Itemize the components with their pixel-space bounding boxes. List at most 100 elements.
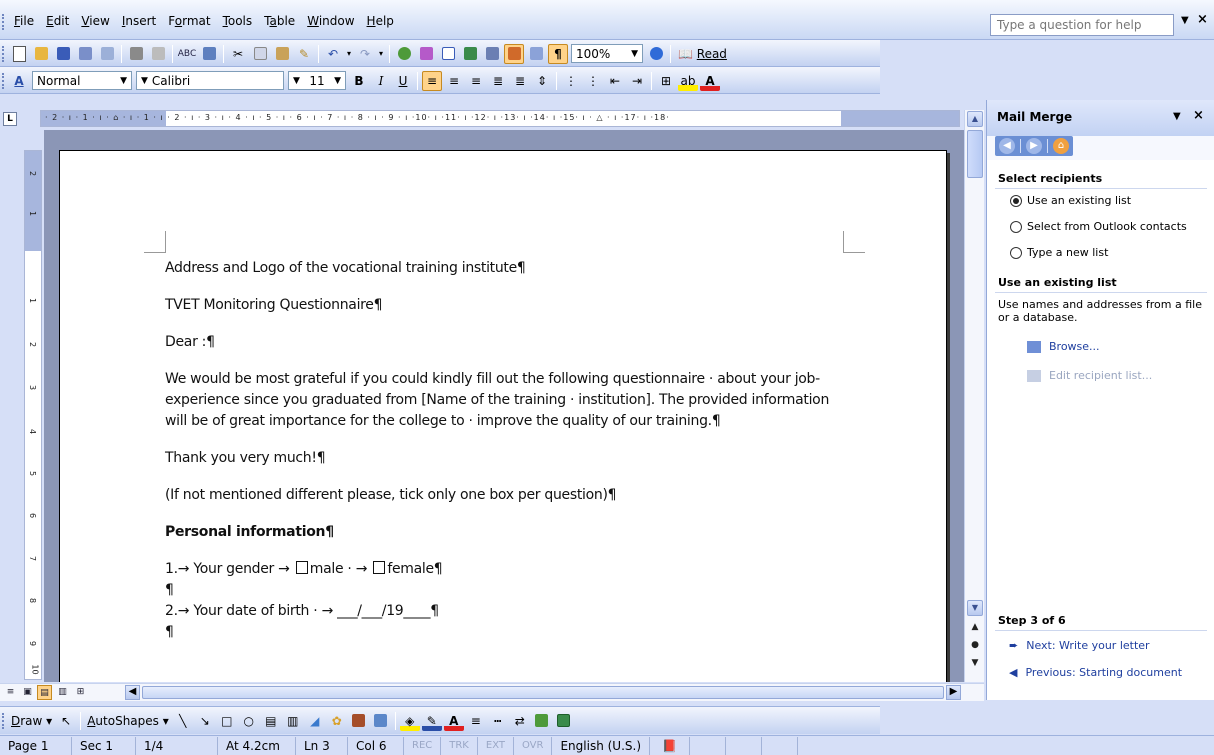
show-hide-icon[interactable]: ¶ [548,43,568,64]
tables-borders-icon[interactable] [416,44,436,64]
next-page-icon[interactable]: ▼ [967,658,983,668]
select-browse-object-icon[interactable]: ● [967,640,983,650]
undo-dropdown-icon[interactable]: ▾ [345,44,353,64]
menu-view[interactable]: View [75,12,115,30]
spelling-status-icon[interactable]: 📕 [650,736,691,755]
wordart-icon[interactable]: ◢ [305,711,325,731]
scroll-left-icon[interactable]: ◀ [125,685,140,700]
doc-paragraph[interactable]: Dear :¶ [165,332,845,353]
doc-empty-paragraph[interactable]: ¶ [165,622,845,643]
align-center-icon[interactable]: ≡ [444,71,464,91]
radio-type-new-list[interactable]: Type a new list [1010,246,1108,259]
autoshapes-menu[interactable]: AutoShapes ▾ [84,714,172,728]
document-page[interactable]: Address and Logo of the vocational train… [59,150,947,682]
status-trk[interactable]: TRK [441,736,478,755]
toolbar-grip[interactable] [2,712,5,729]
shadow-style-icon[interactable] [532,711,552,731]
toolbar-grip[interactable] [2,72,5,89]
increase-indent-icon[interactable]: ⇥ [627,71,647,91]
permission-icon[interactable] [75,44,95,64]
text-box-icon[interactable]: ▤ [261,711,281,731]
research-icon[interactable] [199,44,219,64]
rectangle-icon[interactable]: □ [217,711,237,731]
toolbar-grip[interactable] [2,45,5,62]
copy-icon[interactable] [250,44,270,64]
help-icon[interactable] [646,44,666,64]
menu-tools[interactable]: Tools [217,12,259,30]
scroll-down-icon[interactable]: ▼ [967,600,983,616]
columns-icon[interactable] [482,44,502,64]
redo-dropdown-icon[interactable]: ▾ [377,44,385,64]
menu-insert[interactable]: Insert [116,12,162,30]
draw-menu[interactable]: Draw ▾ [8,714,55,728]
normal-view-icon[interactable]: ≡ [3,685,18,700]
status-rec[interactable]: REC [404,736,442,755]
font-select[interactable]: ▼ Calibri [136,71,284,90]
diagram-icon[interactable]: ✿ [327,711,347,731]
menu-edit[interactable]: Edit [40,12,75,30]
doc-heading[interactable]: Personal information¶ [165,522,845,543]
next-step-link[interactable]: ➨ Next: Write your letter [1009,639,1150,652]
scroll-right-icon[interactable]: ▶ [946,685,961,700]
align-left-icon[interactable]: ≡ [422,70,442,91]
horizontal-ruler[interactable]: · 2 · ı · 1 · ı · ⌂ · ı · 1 · ı · 2 · ı … [40,110,960,127]
dash-style-icon[interactable]: ┅ [488,711,508,731]
font-color-icon[interactable]: A [700,70,720,91]
status-language[interactable]: English (U.S.) [552,736,651,755]
bullets-icon[interactable]: ⋮ [583,71,603,91]
read-icon[interactable]: 📖 Read [675,44,730,64]
vertical-text-box-icon[interactable]: ▥ [283,711,303,731]
doc-paragraph[interactable]: We would be most grateful if you could k… [165,369,845,432]
radio-outlook-contacts[interactable]: Select from Outlook contacts [1010,220,1187,233]
highlight-icon[interactable]: ab [678,70,698,91]
doc-empty-paragraph[interactable]: ¶ [165,580,845,601]
fill-color-icon[interactable]: ◈ [399,710,420,731]
font-size-select[interactable]: ▼ 11 ▼ [288,71,346,90]
vertical-scrollbar[interactable]: ▲ ▼ ▲ ● ▼ [964,110,984,682]
save-icon[interactable] [53,44,73,64]
doc-paragraph[interactable]: Address and Logo of the vocational train… [165,258,845,279]
scroll-up-icon[interactable]: ▲ [967,111,983,127]
task-pane-dropdown-icon[interactable]: ▼ [1173,111,1181,122]
status-ovr[interactable]: OVR [514,736,553,755]
select-objects-icon[interactable]: ↖ [56,711,76,731]
border-icon[interactable]: ⊞ [656,71,676,91]
document-text[interactable]: Address and Logo of the vocational train… [165,258,845,643]
redo-icon[interactable]: ↷ [355,44,375,64]
outline-view-icon[interactable]: ▥ [55,685,70,700]
paste-icon[interactable] [272,44,292,64]
web-layout-view-icon[interactable]: ▣ [20,685,35,700]
previous-page-icon[interactable]: ▲ [967,622,983,632]
print-preview-icon[interactable] [148,44,168,64]
line-color-icon[interactable]: ✎ [421,710,442,731]
status-ext[interactable]: EXT [478,736,514,755]
insert-table-icon[interactable] [438,44,458,64]
male-checkbox[interactable] [295,561,308,574]
home-icon[interactable]: ⌂ [1053,138,1069,154]
radio-use-existing-list[interactable]: Use an existing list [1010,194,1131,207]
help-search-input[interactable]: Type a question for help [990,14,1174,36]
distributed-icon[interactable]: ≣ [510,71,530,91]
doc-question-dob[interactable]: 2.→ Your date of birth · → ___/___/19___… [165,601,845,622]
menu-format[interactable]: Format [162,12,216,30]
oval-icon[interactable]: ○ [239,711,259,731]
menu-file[interactable]: File [8,12,40,30]
scroll-thumb[interactable] [967,130,983,178]
open-folder-icon[interactable] [31,44,51,64]
line-icon[interactable]: ╲ [173,711,193,731]
line-spacing-icon[interactable]: ⇕ [532,71,552,91]
spelling-icon[interactable]: ABC [177,44,197,64]
line-style-icon[interactable]: ≡ [466,711,486,731]
3d-style-icon[interactable] [554,711,574,731]
menu-window[interactable]: Window [301,12,360,30]
style-select[interactable]: Normal ▼ [32,71,132,90]
email-icon[interactable] [97,44,117,64]
horizontal-scroll-thumb[interactable] [142,686,944,699]
female-checkbox[interactable] [373,561,386,574]
vertical-ruler[interactable]: 2 1 1 2 3 4 5 6 7 8 9 10 [24,150,42,680]
forward-icon[interactable]: ▶ [1026,138,1042,154]
hyperlink-icon[interactable] [394,44,414,64]
tab-selector[interactable]: L [3,112,17,126]
insert-excel-icon[interactable] [460,44,480,64]
doc-paragraph[interactable]: TVET Monitoring Questionnaire¶ [165,295,845,316]
